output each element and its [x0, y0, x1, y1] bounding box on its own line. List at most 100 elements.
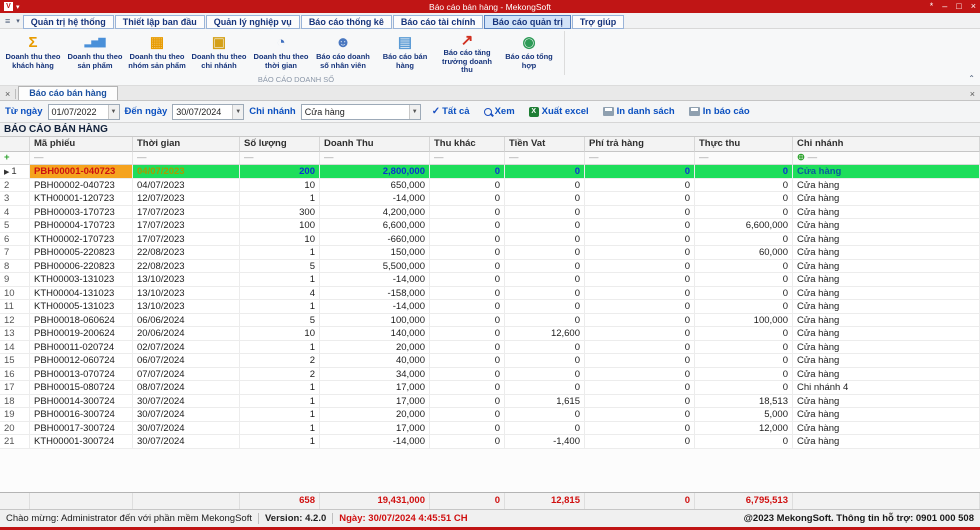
print-report-button[interactable]: In báo cáo — [689, 106, 750, 117]
cell-date: 17/07/2023 — [133, 233, 240, 247]
table-row[interactable]: 16PBH00013-07072407/07/2024234,0000000Cử… — [0, 368, 980, 382]
ribbon-item-revenue-growth-report[interactable]: ↗Báo cáo tăng trưởng doanh thu — [436, 31, 498, 75]
table-row[interactable]: 17PBH00015-08072408/07/2024117,0000000Ch… — [0, 381, 980, 395]
tab-sales-report[interactable]: Báo cáo bán hàng — [18, 86, 118, 100]
menu-tab[interactable]: Thiết lập ban đầu — [115, 15, 205, 29]
table-row[interactable]: 3KTH00001-12072312/07/20231-14,0000000Cử… — [0, 192, 980, 206]
ribbon-item-sales-report[interactable]: ▤Báo cáo bán hàng — [374, 31, 436, 75]
table-row[interactable]: 13PBH00019-20062420/06/202410140,000012,… — [0, 327, 980, 341]
table-row[interactable]: 7PBH00005-22082322/08/20231150,00000060,… — [0, 246, 980, 260]
column-header[interactable]: Phí trả hàng — [585, 137, 695, 152]
column-header[interactable]: Thời gian — [133, 137, 240, 152]
branch-select[interactable]: Cửa hàng ▼ — [301, 104, 421, 120]
column-header[interactable]: Doanh Thu — [320, 137, 430, 152]
ribbon-item-revenue-by-time[interactable]: ◔Doanh thu theo thời gian — [250, 31, 312, 75]
ribbon-item-revenue-by-product[interactable]: ▂▅▇Doanh thu theo sản phẩm — [64, 31, 126, 75]
ribbon-group-sales-reports: ΣDoanh thu theo khách hàng▂▅▇Doanh thu t… — [2, 31, 565, 75]
table-row[interactable]: 20PBH00017-30072430/07/2024117,00000012,… — [0, 422, 980, 436]
print-list-button[interactable]: In danh sách — [603, 106, 675, 117]
cell-fee: 0 — [585, 165, 695, 179]
cell-qty: 1 — [240, 395, 320, 409]
column-header[interactable]: Tiền Vat — [505, 137, 585, 152]
cell-vat: 0 — [505, 165, 585, 179]
close-button[interactable]: × — [971, 2, 976, 11]
cell-code: PBH00015-080724 — [30, 381, 133, 395]
printer-icon — [603, 107, 614, 116]
cell-num: 16 — [0, 368, 30, 382]
menu-tab[interactable]: Báo cáo tài chính — [393, 15, 484, 29]
view-button[interactable]: Xem — [484, 106, 515, 117]
export-excel-button[interactable]: X Xuất excel — [529, 106, 589, 117]
quick-access-grid-icon[interactable]: ≡ — [2, 16, 13, 26]
to-date-input[interactable]: 30/07/2024 ▼ — [172, 104, 244, 120]
app-menu-caret-icon[interactable]: ▾ — [16, 3, 20, 11]
column-header[interactable]: Thu khác — [430, 137, 505, 152]
cell-oth: 0 — [430, 435, 505, 449]
filter-cell[interactable]: — — [240, 152, 320, 165]
export-excel-label: Xuất excel — [542, 106, 589, 117]
table-row[interactable]: 14PBH00011-02072402/07/2024120,0000000Cử… — [0, 341, 980, 355]
table-row[interactable]: 11KTH00005-13102313/10/20231-14,0000000C… — [0, 300, 980, 314]
maximize-button[interactable]: □ — [956, 2, 961, 11]
cell-net: 0 — [695, 327, 793, 341]
table-row[interactable]: 5PBH00004-17072317/07/20231006,600,00000… — [0, 219, 980, 233]
table-row[interactable]: 10KTH00004-13102313/10/20234-158,0000000… — [0, 287, 980, 301]
menu-tab-active[interactable]: Báo cáo quản trị — [484, 15, 571, 29]
table-row[interactable]: 6KTH00002-17072317/07/202310-660,0000000… — [0, 233, 980, 247]
to-date-dropdown-icon[interactable]: ▼ — [232, 105, 243, 119]
filter-cell[interactable]: — — [133, 152, 240, 165]
filter-cell[interactable]: — — [430, 152, 505, 165]
menu-tab[interactable]: Quản trị hệ thống — [23, 15, 114, 29]
skin-button[interactable]: * — [930, 2, 934, 11]
table-row[interactable]: 8PBH00006-22082322/08/202355,500,0000000… — [0, 260, 980, 274]
branch-dropdown-icon[interactable]: ▼ — [409, 105, 420, 119]
cell-fee: 0 — [585, 435, 695, 449]
table-row[interactable]: 9KTH00003-13102313/10/20231-14,0000000Cử… — [0, 273, 980, 287]
column-header[interactable]: Mã phiếu — [30, 137, 133, 152]
table-row[interactable]: 18PBH00014-30072430/07/2024117,00001,615… — [0, 395, 980, 409]
filter-cell[interactable]: — — [695, 152, 793, 165]
ribbon-item-revenue-by-branch[interactable]: ▣Doanh thu theo chi nhánh — [188, 31, 250, 75]
menu-tab[interactable]: Quản lý nghiệp vụ — [206, 15, 300, 29]
status-support: @2023 MekongSoft. Thông tin hỗ trợ: 0901… — [744, 513, 974, 524]
table-row[interactable]: 19PBH00016-30072430/07/2024120,0000005,0… — [0, 408, 980, 422]
all-checkbox[interactable]: ✓ Tất cả — [432, 106, 470, 117]
filter-cell[interactable]: — — [585, 152, 695, 165]
table-row[interactable]: 15PBH00012-06072406/07/2024240,0000000Cử… — [0, 354, 980, 368]
ribbon-item-summary-report[interactable]: ◉Báo cáo tổng hợp — [498, 31, 560, 75]
table-row[interactable]: 4PBH00003-17072317/07/20233004,200,00000… — [0, 206, 980, 220]
status-bar: Chào mừng: Administrator đến với phần mề… — [0, 509, 980, 527]
table-row[interactable]: 21KTH00001-30072430/07/20241-14,0000-1,4… — [0, 435, 980, 449]
cell-fee: 0 — [585, 233, 695, 247]
menu-tab[interactable]: Trợ giúp — [572, 15, 624, 29]
ribbon-collapse-icon[interactable]: ⌃ — [968, 74, 975, 83]
cell-vat: 0 — [505, 246, 585, 260]
quick-access-caret-icon[interactable]: ▾ — [13, 17, 23, 25]
filter-branch-icon[interactable]: ⊕ — [797, 152, 808, 163]
minimize-button[interactable]: – — [942, 2, 947, 11]
tab-close-right-icon[interactable]: × — [965, 89, 980, 100]
ribbon-item-label: Doanh thu theo sản phẩm — [64, 53, 126, 70]
filter-cell[interactable]: — — [320, 152, 430, 165]
filter-add-icon[interactable]: + — [0, 152, 30, 165]
from-date-input[interactable]: 01/07/2022 ▼ — [48, 104, 120, 120]
ribbon-item-revenue-by-customer[interactable]: ΣDoanh thu theo khách hàng — [2, 31, 64, 75]
table-row[interactable]: ▶1PBH00001-04072304/07/20232002,800,0000… — [0, 165, 980, 179]
from-date-dropdown-icon[interactable]: ▼ — [108, 105, 119, 119]
app-logo-icon[interactable]: V — [4, 2, 13, 11]
cell-vat: -1,400 — [505, 435, 585, 449]
filter-cell-branch[interactable]: ⊕ — — [793, 152, 980, 165]
column-header[interactable]: Số lượng — [240, 137, 320, 152]
table-row[interactable]: 12PBH00018-06062406/06/20245100,00000010… — [0, 314, 980, 328]
column-header[interactable]: Thực thu — [695, 137, 793, 152]
filter-cell[interactable]: — — [505, 152, 585, 165]
ribbon-item-staff-sales-report[interactable]: ☻Báo cáo doanh số nhân viên — [312, 31, 374, 75]
cell-rev: 140,000 — [320, 327, 430, 341]
ribbon-item-revenue-by-product-group[interactable]: ▦Doanh thu theo nhóm sản phẩm — [126, 31, 188, 75]
table-row[interactable]: 2PBH00002-04072304/07/202310650,0000000C… — [0, 179, 980, 193]
menu-tab[interactable]: Báo cáo thống kê — [301, 15, 392, 29]
filter-cell[interactable]: — — [30, 152, 133, 165]
tab-close-left-icon[interactable]: × — [0, 89, 15, 100]
table-filter-row[interactable]: +————————⊕ — — [0, 152, 980, 165]
column-header[interactable]: Chi nhánh — [793, 137, 980, 152]
